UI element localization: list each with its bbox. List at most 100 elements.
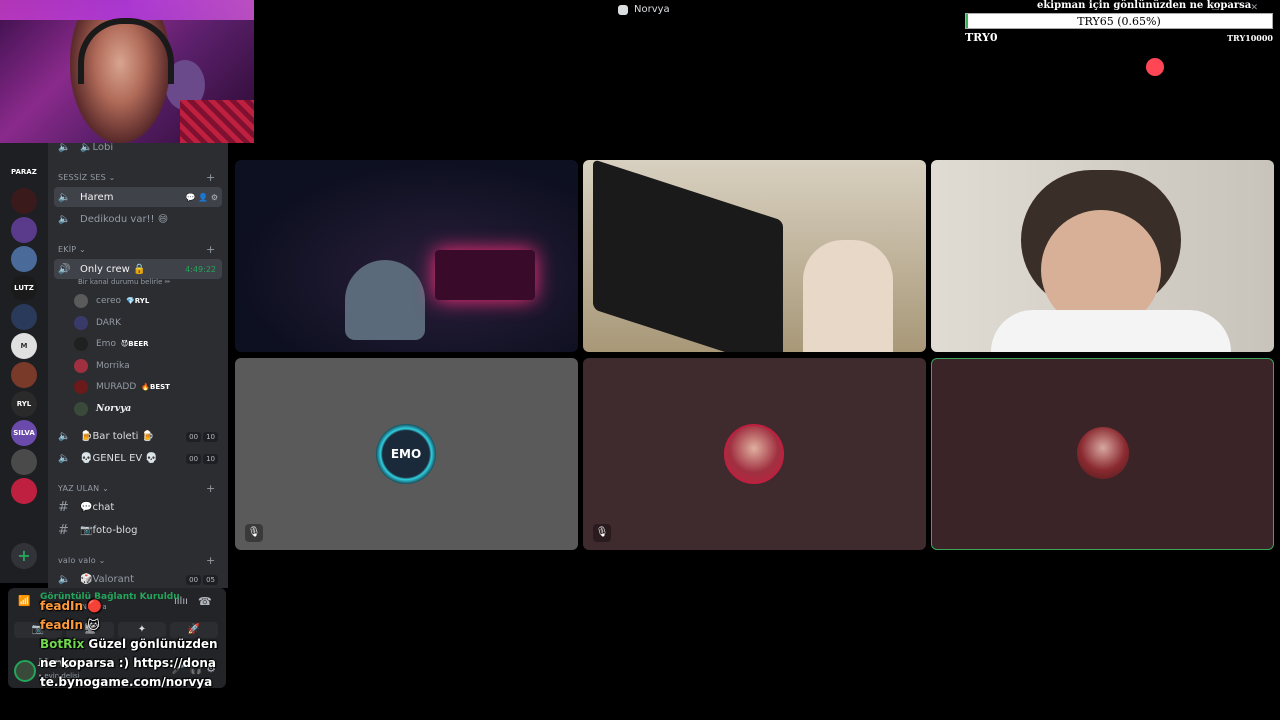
avatar-tile-emo[interactable]: EMO 🎙 bbox=[235, 358, 578, 550]
donation-min: TRY0 bbox=[965, 31, 998, 44]
channel-valorant[interactable]: 🔈 🎲Valorant 00 05 bbox=[54, 569, 222, 588]
avatar-tile-morrika[interactable]: 🎙 bbox=[583, 358, 926, 550]
signal-icon: 📶 bbox=[18, 596, 31, 607]
chat-message: feadIn 🐱 bbox=[40, 618, 100, 632]
user-avatar bbox=[74, 337, 88, 351]
channel-status-hint[interactable]: Bir kanal durumu belirle ✏ bbox=[78, 278, 171, 286]
user-name: Morrika bbox=[96, 360, 130, 371]
user-badge: 🔥BEST bbox=[141, 383, 170, 391]
add-channel-icon[interactable]: + bbox=[206, 243, 215, 256]
voice-user[interactable]: cereo 💎RYL bbox=[74, 291, 222, 311]
person-silhouette bbox=[345, 260, 425, 340]
voice-user[interactable]: DARK bbox=[74, 313, 222, 333]
user-avatar[interactable] bbox=[14, 660, 36, 682]
channel-label: 📷foto-blog bbox=[80, 524, 138, 536]
channel-only-crew[interactable]: 🔊 Only crew 🔒 4:49:22 bbox=[54, 259, 222, 279]
category-ekip[interactable]: EKİP ⌄ bbox=[58, 245, 86, 254]
server-icon[interactable] bbox=[11, 478, 37, 504]
monitor bbox=[593, 160, 783, 352]
channel-dedikodu[interactable]: 🔈 Dedikodu var!! 😄 bbox=[54, 209, 222, 229]
video-tile-headset-user[interactable] bbox=[931, 160, 1274, 352]
user-count: 00 10 bbox=[184, 431, 218, 442]
server-icon[interactable] bbox=[11, 217, 37, 243]
speaker-icon: 🔈 bbox=[58, 191, 71, 203]
add-channel-icon[interactable]: + bbox=[206, 482, 215, 495]
channel-lobi[interactable]: 🔈 🔈Lobi bbox=[54, 143, 222, 157]
chat-message: BotRix Güzel gönlünüzden ne koparsa :) h… bbox=[40, 637, 218, 689]
channel-bar-toleti[interactable]: 🔈 🍺Bar toleti 🍺 00 10 bbox=[54, 426, 222, 446]
channel-harem[interactable]: 🔈 Harem 💬 👤 ⚙ bbox=[54, 187, 222, 207]
video-tile-monitor-room[interactable] bbox=[583, 160, 926, 352]
server-icon[interactable] bbox=[11, 449, 37, 475]
hash-icon: # bbox=[58, 522, 69, 538]
voice-user[interactable]: Emo 😈BEER bbox=[74, 334, 222, 354]
server-icon[interactable] bbox=[11, 362, 37, 388]
user-name: MURADD bbox=[96, 382, 137, 392]
speaker-icon: 🔈 bbox=[58, 143, 71, 153]
user-badge: 💎RYL bbox=[126, 297, 150, 305]
speaker-icon: 🔈 bbox=[58, 452, 71, 464]
rgb-pc bbox=[435, 250, 535, 300]
category-yaz-ulan[interactable]: YAZ ULAN ⌄ bbox=[58, 484, 109, 493]
user-avatar bbox=[74, 315, 88, 330]
valorant-icon bbox=[1146, 58, 1164, 76]
donation-max: TRY10000 bbox=[1227, 33, 1273, 43]
window-title: Norvya bbox=[634, 4, 670, 15]
user-count: 00 05 bbox=[184, 574, 218, 585]
server-icon[interactable]: LUTZ bbox=[11, 275, 37, 301]
muted-icon: 🎙 bbox=[245, 524, 263, 542]
server-icon[interactable]: M bbox=[11, 333, 37, 359]
speaker-icon: 🔈 bbox=[58, 573, 71, 585]
channel-label: Dedikodu var!! 😄 bbox=[80, 213, 169, 225]
voice-user[interactable]: MURADD 🔥BEST bbox=[74, 377, 222, 397]
chat-message: feadIn 🔴 bbox=[40, 599, 103, 613]
muted-icon: 🎙 bbox=[593, 524, 611, 542]
add-server-icon[interactable]: + bbox=[11, 543, 37, 569]
user-avatar bbox=[1077, 427, 1129, 479]
speaker-icon: 🔈 bbox=[58, 430, 71, 442]
category-sessiz-ses[interactable]: SESSİZ SES ⌄ bbox=[58, 173, 116, 182]
server-icon[interactable] bbox=[11, 246, 37, 272]
channel-genel-ev[interactable]: 🔈 💀GENEL EV 💀 00 10 bbox=[54, 448, 222, 468]
morrika-avatar bbox=[724, 424, 784, 484]
channel-label: 💬chat bbox=[80, 501, 115, 513]
channel-label: 💀GENEL EV 💀 bbox=[80, 452, 158, 464]
user-badge: 😈BEER bbox=[120, 340, 149, 348]
server-icon[interactable]: SILVA bbox=[11, 420, 37, 446]
channel-label: 🍺Bar toleti 🍺 bbox=[80, 430, 155, 442]
server-icon[interactable]: RYL bbox=[11, 391, 37, 417]
streamer-webcam bbox=[0, 0, 254, 143]
voice-user[interactable]: Norvya bbox=[74, 399, 222, 419]
bed-sheet bbox=[180, 100, 254, 143]
channel-label: Harem bbox=[80, 191, 114, 203]
category-valo-valo[interactable]: valo valo ⌄ bbox=[58, 556, 106, 565]
user-name: cereo bbox=[96, 296, 122, 306]
voice-user[interactable]: Morrika bbox=[74, 356, 222, 376]
donation-progress-bar: TRY65 (0.65%) bbox=[965, 13, 1273, 29]
server-icon[interactable] bbox=[11, 304, 37, 330]
user-avatar bbox=[74, 380, 88, 394]
donation-title: ekipman için gönlünüzden ne koparsa bbox=[1037, 0, 1252, 11]
user-name: DARK bbox=[96, 317, 122, 328]
donation-progress-text: TRY65 (0.65%) bbox=[1077, 15, 1161, 28]
channel-foto-blog[interactable]: # 📷foto-blog bbox=[54, 520, 222, 540]
speaker-icon: 🔈 bbox=[58, 213, 71, 225]
user-name: Norvya bbox=[96, 403, 132, 414]
stream-chat-overlay: feadIn 🔴 feadIn 🐱 BotRix Güzel gönlünüzd… bbox=[40, 597, 220, 692]
avatar-tile-speaking[interactable] bbox=[931, 358, 1274, 550]
user-avatar bbox=[74, 294, 88, 308]
call-timer: 4:49:22 bbox=[185, 264, 216, 274]
add-channel-icon[interactable]: + bbox=[206, 171, 215, 184]
channel-actions[interactable]: 💬 👤 ⚙ bbox=[186, 193, 218, 202]
server-icon[interactable]: PARAZIT bbox=[11, 159, 37, 185]
server-rail: PARAZIT LUTZ M RYL SILVA + bbox=[0, 143, 48, 583]
speaker-icon: 🔊 bbox=[58, 263, 71, 275]
channel-label: Only crew 🔒 bbox=[80, 263, 146, 275]
person-silhouette bbox=[803, 240, 893, 352]
server-icon[interactable] bbox=[11, 188, 37, 214]
add-channel-icon[interactable]: + bbox=[206, 554, 215, 567]
user-avatar bbox=[74, 358, 88, 373]
video-tile-dark-room[interactable] bbox=[235, 160, 578, 352]
channel-label: 🔈Lobi bbox=[80, 143, 114, 153]
channel-chat[interactable]: # 💬chat bbox=[54, 497, 222, 517]
